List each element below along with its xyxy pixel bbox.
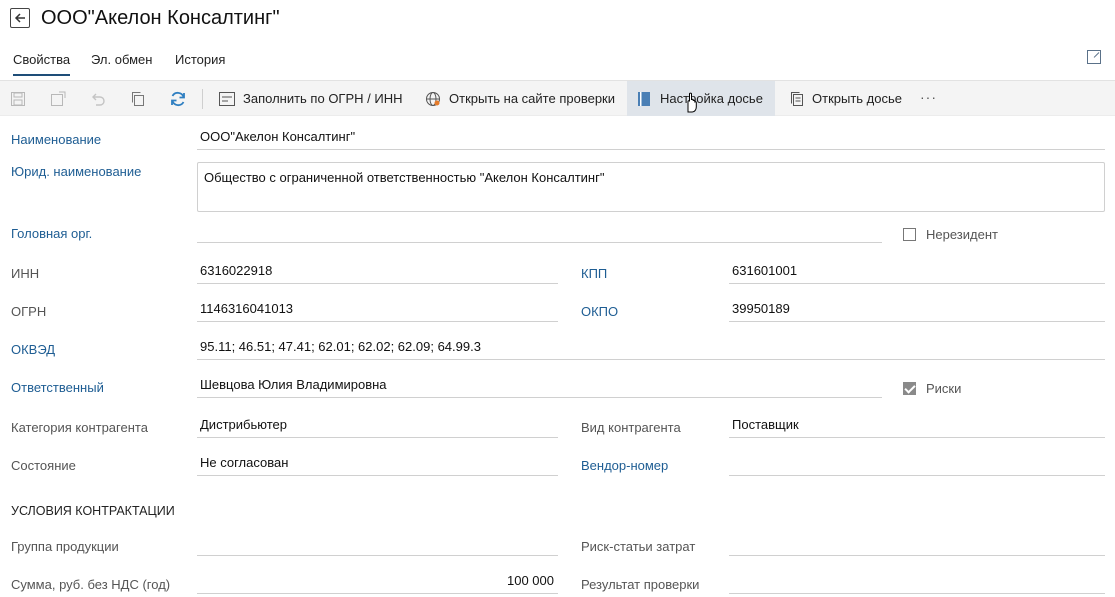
- open-on-check-site-label: Открыть на сайте проверки: [449, 91, 615, 106]
- responsible-field[interactable]: Шевцова Юлия Владимировна: [197, 374, 882, 398]
- tab-electronic-exchange[interactable]: Эл. обмен: [91, 52, 152, 74]
- cost-risk-field[interactable]: [729, 532, 1105, 556]
- head-org-label[interactable]: Головная орг.: [11, 226, 92, 241]
- form-fill-icon: [218, 91, 236, 107]
- open-in-new-window-icon[interactable]: [1087, 50, 1101, 64]
- toolbar-divider: [202, 89, 203, 109]
- globe-icon: [424, 91, 442, 107]
- open-dossier-label: Открыть досье: [812, 91, 902, 106]
- responsible-label[interactable]: Ответственный: [11, 380, 104, 395]
- fill-by-ogrn-inn-label: Заполнить по ОГРН / ИНН: [243, 91, 403, 106]
- risks-checkbox[interactable]: [903, 382, 916, 395]
- tab-bar: Свойства Эл. обмен История: [0, 46, 1115, 76]
- name-field[interactable]: ООО"Акелон Консалтинг": [197, 126, 1105, 150]
- category-label: Категория контрагента: [11, 420, 148, 435]
- inn-label: ИНН: [11, 266, 40, 281]
- back-button[interactable]: [10, 8, 30, 28]
- vendor-number-field[interactable]: [729, 452, 1105, 476]
- state-label: Состояние: [11, 458, 76, 473]
- tab-history[interactable]: История: [175, 52, 225, 74]
- header: ООО"Акелон Консалтинг": [0, 0, 1115, 40]
- documents-icon: [787, 91, 805, 107]
- sum-field[interactable]: 100 000: [197, 570, 558, 594]
- name-label[interactable]: Наименование: [11, 132, 101, 147]
- copy-icon[interactable]: [129, 90, 147, 108]
- sum-label: Сумма, руб. без НДС (год): [11, 577, 171, 592]
- okved-label[interactable]: ОКВЭД: [11, 342, 55, 357]
- product-group-label: Группа продукции: [11, 539, 119, 554]
- kpp-field[interactable]: 631601001: [729, 260, 1105, 284]
- nonresident-label: Нерезидент: [926, 227, 998, 242]
- check-result-label: Результат проверки: [581, 577, 700, 592]
- cost-risk-label: Риск-статьи затрат: [581, 539, 696, 554]
- dossier-settings-button[interactable]: Настройка досье: [627, 81, 775, 116]
- contract-conditions-heading: УСЛОВИЯ КОНТРАКТАЦИИ: [11, 504, 175, 518]
- more-options-icon[interactable]: ···: [920, 89, 937, 105]
- risks-label: Риски: [926, 381, 962, 396]
- kpp-label[interactable]: КПП: [581, 266, 607, 281]
- inn-field[interactable]: 6316022918: [197, 260, 558, 284]
- fill-by-ogrn-inn-button[interactable]: Заполнить по ОГРН / ИНН: [210, 81, 412, 116]
- state-field[interactable]: Не согласован: [197, 452, 558, 476]
- open-dossier-button[interactable]: Открыть досье: [779, 81, 912, 116]
- book-icon: [635, 91, 653, 107]
- toolbar: Заполнить по ОГРН / ИНН Открыть на сайте…: [0, 80, 1115, 116]
- kind-field[interactable]: Поставщик: [729, 414, 1105, 438]
- tab-properties[interactable]: Свойства: [13, 52, 71, 76]
- open-on-check-site-button[interactable]: Открыть на сайте проверки: [416, 81, 625, 116]
- okpo-field[interactable]: 39950189: [729, 298, 1105, 322]
- category-field[interactable]: Дистрибьютер: [197, 414, 558, 438]
- hand-cursor-icon: [687, 92, 697, 113]
- legal-name-label[interactable]: Юрид. наименование: [11, 164, 141, 179]
- okpo-label[interactable]: ОКПО: [581, 304, 618, 319]
- head-org-field[interactable]: [197, 219, 882, 243]
- refresh-icon[interactable]: [169, 90, 187, 108]
- undo-icon[interactable]: [89, 90, 107, 108]
- check-result-field[interactable]: [729, 570, 1105, 594]
- save-and-close-icon[interactable]: [49, 90, 67, 108]
- vendor-number-label[interactable]: Вендор-номер: [581, 458, 668, 473]
- save-icon[interactable]: [9, 90, 27, 108]
- ogrn-field[interactable]: 1146316041013: [197, 298, 558, 322]
- arrow-left-icon: [14, 13, 25, 23]
- product-group-field[interactable]: [197, 532, 558, 556]
- kind-label: Вид контрагента: [581, 420, 681, 435]
- page-title: ООО"Акелон Консалтинг": [41, 7, 280, 29]
- nonresident-checkbox[interactable]: [903, 228, 916, 241]
- legal-name-field[interactable]: Общество с ограниченной ответственностью…: [197, 162, 1105, 212]
- dossier-settings-label: Настройка досье: [660, 91, 763, 106]
- okved-field[interactable]: 95.11; 46.51; 47.41; 62.01; 62.02; 62.09…: [197, 336, 1105, 360]
- ogrn-label: ОГРН: [11, 304, 47, 319]
